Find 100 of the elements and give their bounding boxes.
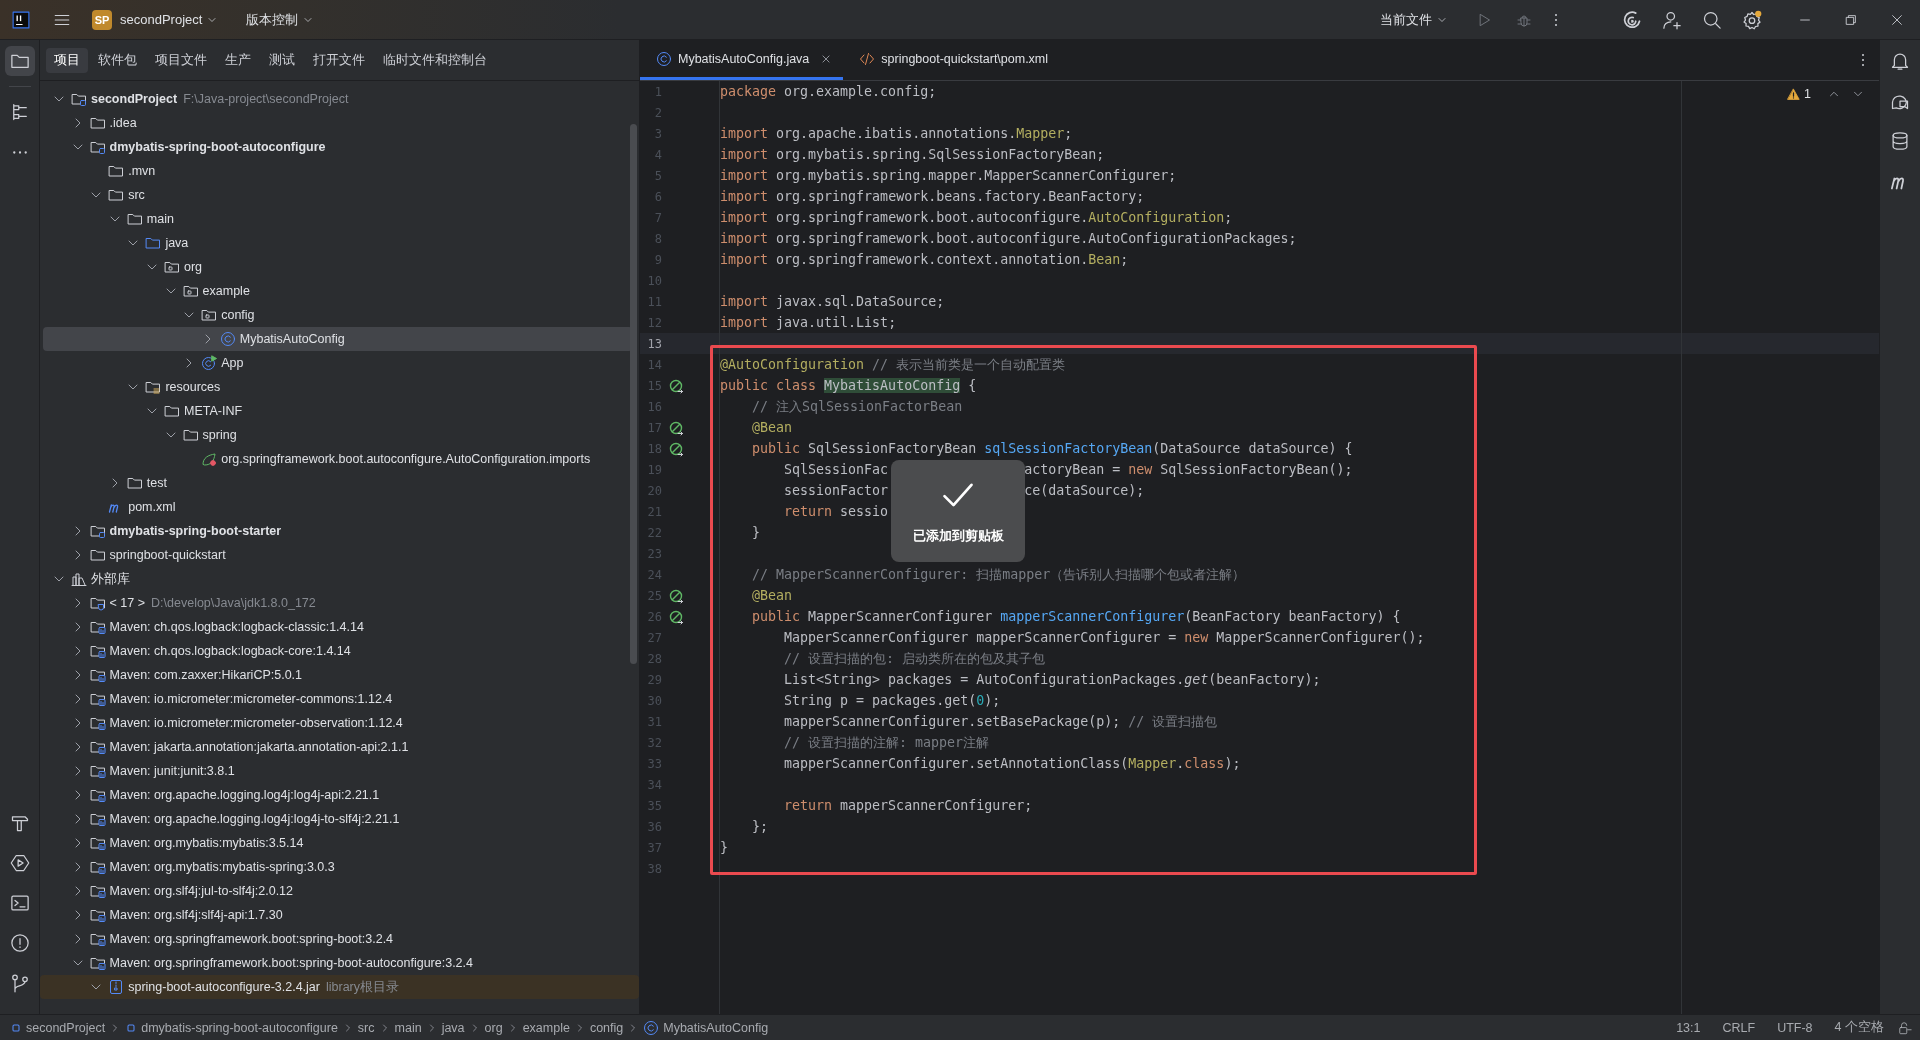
tree-item[interactable]: dmybatis-spring-boot-starter [43,519,633,543]
run-config-selector[interactable]: 当前文件 [1374,6,1454,33]
tree-item[interactable]: Maven: org.apache.logging.log4j:log4j-api:2.21.1 [43,783,633,807]
tree-item[interactable]: Maven: org.springframework.boot:spring-boot-autoconfigure:3.2.4 [43,951,633,975]
tree-item[interactable]: spring-boot-autoconfigure-3.2.4.jar library根目录 [40,975,639,999]
code-line: sessionFactor ce(dataSource); [783,483,1145,498]
tree-item[interactable]: config [43,303,633,327]
code-line: // MapperScannerConfigurer: 扫描mapper（告诉别人扫描哪个包或者注解） [751,565,1246,584]
tree-item[interactable]: secondProject F:\Java-project\secondProject [43,87,633,111]
tree-item[interactable]: META-INF [43,399,633,423]
tree-item[interactable]: org [43,255,633,279]
panel-tab[interactable]: 打开文件 [305,47,373,73]
tree-item[interactable]: 外部库 [43,567,633,591]
tree-item[interactable]: Maven: ch.qos.logback:logback-core:1.4.14 [43,639,633,663]
tree-item[interactable]: resources [43,375,633,399]
warning-circle-icon [9,933,30,953]
app-logo-icon[interactable] [12,10,30,29]
breadcrumb-item[interactable]: secondProject [10,1020,106,1035]
tree-item[interactable]: test [43,471,633,495]
breadcrumb-item[interactable]: main [394,1020,422,1035]
bean-icon[interactable] [668,608,684,625]
tree-item[interactable]: dmybatis-spring-boot-autoconfigure [43,135,633,159]
breadcrumb-item[interactable]: config [589,1020,624,1035]
panel-tab[interactable]: 临时文件和控制台 [375,47,495,73]
breadcrumb-item[interactable]: src [357,1020,375,1035]
tree-item[interactable]: pom.xml [43,495,633,519]
path-label: D:\develop\Java\jdk1.8.0_172 [151,596,316,610]
branch-icon [9,973,30,993]
search-icon[interactable] [1702,9,1722,30]
more-icon[interactable] [1554,11,1558,28]
scrollbar-thumb[interactable] [630,124,637,664]
bean-icon[interactable] [668,440,684,457]
tree-item[interactable]: org.springframework.boot.autoconfigure.AutoConfiguration.imports [43,447,633,471]
library-folder-icon [89,619,106,635]
breadcrumb-item[interactable]: org [484,1020,503,1035]
tree-item[interactable]: Maven: org.mybatis:mybatis:3.5.14 [43,831,633,855]
breadcrumb-item[interactable]: java [441,1020,465,1035]
tree-item[interactable]: example [43,279,633,303]
warning-counter[interactable]: 1 [1787,87,1865,101]
code-line: }; [751,819,769,834]
add-user-icon[interactable] [1662,9,1682,30]
close-icon[interactable] [1890,12,1904,27]
bean-icon[interactable] [668,419,684,436]
tree-item[interactable]: App [43,351,633,375]
tree-item[interactable]: Maven: org.apache.logging.log4j:log4j-to-slf4j:2.21.1 [43,807,633,831]
bean-icon[interactable] [668,587,684,604]
breadcrumb-item[interactable]: dmybatis-spring-boot-autoconfigure [125,1020,338,1035]
panel-tab[interactable]: 测试 [261,47,303,73]
class-icon [656,50,672,67]
editor-tab[interactable]: MybatisAutoConfig.java [640,40,844,80]
project-switcher[interactable]: SP secondProject [86,5,225,34]
breadcrumb-item[interactable]: MybatisAutoConfig [643,1019,769,1036]
runnable-class-icon [201,355,218,371]
status-item[interactable]: UTF-8 [1777,1020,1813,1035]
tree-item[interactable]: src [43,183,633,207]
more-icon[interactable] [1861,52,1865,68]
settings-icon[interactable] [1742,9,1762,30]
status-item[interactable]: CRLF [1722,1020,1756,1035]
editor-tab[interactable]: springboot-quickstart\pom.xml [843,40,1059,80]
unlock-icon[interactable] [1898,1020,1912,1035]
tree-item[interactable]: Maven: io.micrometer:micrometer-observation:1.12.4 [43,711,633,735]
spiral-icon[interactable] [1622,9,1642,30]
tool-window-button[interactable] [4,46,35,76]
tree-item[interactable]: Maven: io.micrometer:micrometer-commons:1.12.4 [43,687,633,711]
panel-tab[interactable]: 项目文件 [147,47,215,73]
breadcrumb-item[interactable]: example [522,1020,570,1035]
run-icon [9,853,30,873]
tree-item[interactable]: main [43,207,633,231]
tree-item[interactable]: java [43,231,633,255]
tree-item[interactable]: springboot-quickstart [43,543,633,567]
bean-icon[interactable] [668,377,684,394]
path-label: F:\Java-project\secondProject [183,92,349,106]
library-folder-icon [89,955,106,971]
code-line: package org.example.config; [720,84,937,99]
tree-item[interactable]: Maven: ch.qos.logback:logback-classic:1.4.14 [43,615,633,639]
tree-item[interactable]: Maven: junit:junit:3.8.1 [43,759,633,783]
tree-item[interactable]: Maven: org.mybatis:mybatis-spring:3.0.3 [43,855,633,879]
tree-item[interactable]: Maven: org.slf4j:slf4j-api:1.7.30 [43,903,633,927]
tree-item[interactable]: .mvn [43,159,633,183]
tree-item[interactable]: Maven: jakarta.annotation:jakarta.annotation-api:2.1.1 [43,735,633,759]
code-line: return sessio [783,504,889,519]
panel-tab[interactable]: 软件包 [90,47,145,73]
panel-tab[interactable]: 生产 [217,47,259,73]
panel-tab[interactable]: 项目 [46,47,88,73]
module-icon [10,1021,22,1034]
restore-icon[interactable] [1844,12,1858,27]
vcs-menu[interactable]: 版本控制 [240,6,321,33]
tree-item[interactable]: .idea [43,111,633,135]
tree-item[interactable]: spring [43,423,633,447]
tree-item[interactable]: < 17 > D:\develop\Java\jdk1.8.0_172 [43,591,633,615]
code-line: // 设置扫描的注解: mapper注解 [783,733,990,752]
tree-item[interactable]: MybatisAutoConfig [43,327,633,351]
folder-icon [89,115,106,131]
tree-item[interactable]: Maven: com.zaxxer:HikariCP:5.0.1 [43,663,633,687]
tree-item[interactable]: Maven: org.slf4j:jul-to-slf4j:2.0.12 [43,879,633,903]
status-item[interactable]: 4 个空格 [1834,1019,1884,1036]
package-folder-icon [182,283,199,299]
tree-item[interactable]: Maven: org.springframework.boot:spring-boot:3.2.4 [43,927,633,951]
module-folder-icon [89,139,106,155]
status-item[interactable]: 13:1 [1676,1020,1701,1035]
